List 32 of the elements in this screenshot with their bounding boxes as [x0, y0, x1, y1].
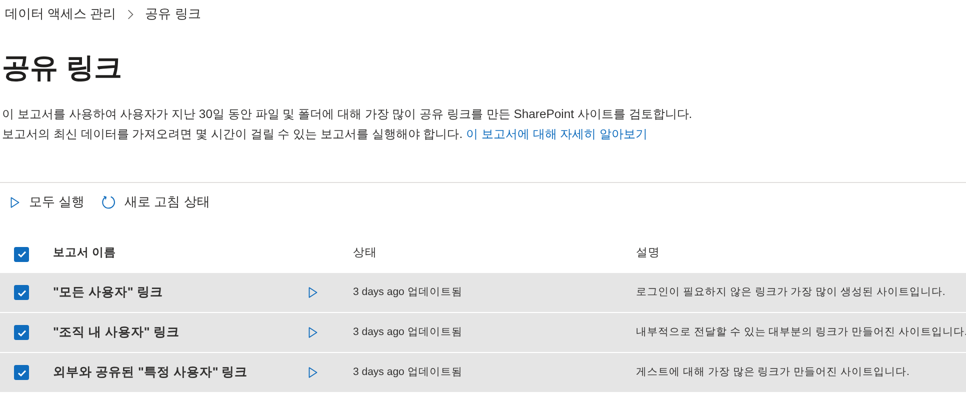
table-row[interactable]: "모든 사용자" 링크 3 days ago 업데이트됨 로그인이 필요하지 않은 링크가 가장 많이 생성된 사이트입니다. — [0, 273, 966, 312]
description-cell-text: 로그인이 필요하지 않은 링크가 가장 많이 생성된 사이트입니다. — [636, 284, 946, 300]
description-cell-text: 내부적으로 전달할 수 있는 대부분의 링크가 만들어진 사이트입니다. — [636, 324, 966, 340]
status-text: 3 days ago 업데이트됨 — [353, 364, 464, 380]
breadcrumb-item[interactable]: 데이터 액세스 관리 — [4, 4, 118, 24]
chevron-icon — [127, 8, 134, 20]
status-text: 3 days ago 업데이트됨 — [353, 324, 464, 340]
play-icon[interactable] — [10, 196, 20, 208]
refresh-button[interactable]: 새로 고침 상태 — [100, 192, 210, 212]
checkbox[interactable] — [14, 285, 29, 300]
column-header[interactable]: 보고서 이름 — [53, 245, 308, 263]
learn-more-link[interactable]: 이 보고서에 대해 자세히 알아보기 — [466, 127, 648, 141]
table-row[interactable]: 외부와 공유된 "특정 사용자" 링크 3 days ago 업데이트됨 게스트에 대해 가장 많은 링크가 만들어진 사이트입니다. — [0, 353, 966, 392]
play-icon[interactable] — [308, 286, 318, 299]
table-row[interactable]: "조직 내 사용자" 링크 3 days ago 업데이트됨 내부적으로 전달할 수 있는 대부분의 링크가 만들어진 사이트입니다. — [0, 313, 966, 352]
checkbox[interactable] — [14, 365, 29, 380]
description-text: 이 보고서를 사용하여 사용자가 지난 30일 동안 파일 및 폴더에 대해 가장 많이 공유 링크를 만든 SharePoint 사이트를 검토합니다. 보고서의 최신 데이터를 가져오려면 몇 시간이 걸릴 수 있는 보고서를 실행해야 합니다. 이 보고서에 대해 자세히 알아보기 — [1, 106, 694, 143]
report-name: 외부와 공유된 "특정 사용자" 링크 — [53, 364, 249, 382]
column-header[interactable]: 상태 — [353, 245, 636, 263]
play-icon[interactable] — [308, 366, 318, 379]
column-header[interactable]: 설명 — [636, 245, 966, 263]
run-all-button[interactable]: 모두 실행 — [10, 192, 85, 212]
play-icon[interactable] — [308, 326, 318, 339]
checkbox[interactable] — [14, 325, 29, 340]
breadcrumb-item[interactable]: 공유 링크 — [144, 4, 202, 24]
description-cell-text: 게스트에 대해 가장 많은 링크가 만들어진 사이트입니다. — [636, 364, 910, 380]
report-name: "모든 사용자" 링크 — [53, 284, 164, 302]
page-title: 공유 링크 — [1, 51, 123, 85]
report-name: "조직 내 사용자" 링크 — [53, 324, 180, 342]
refresh-icon — [100, 194, 116, 210]
status-text: 3 days ago 업데이트됨 — [353, 284, 464, 300]
checkbox[interactable] — [14, 246, 29, 262]
